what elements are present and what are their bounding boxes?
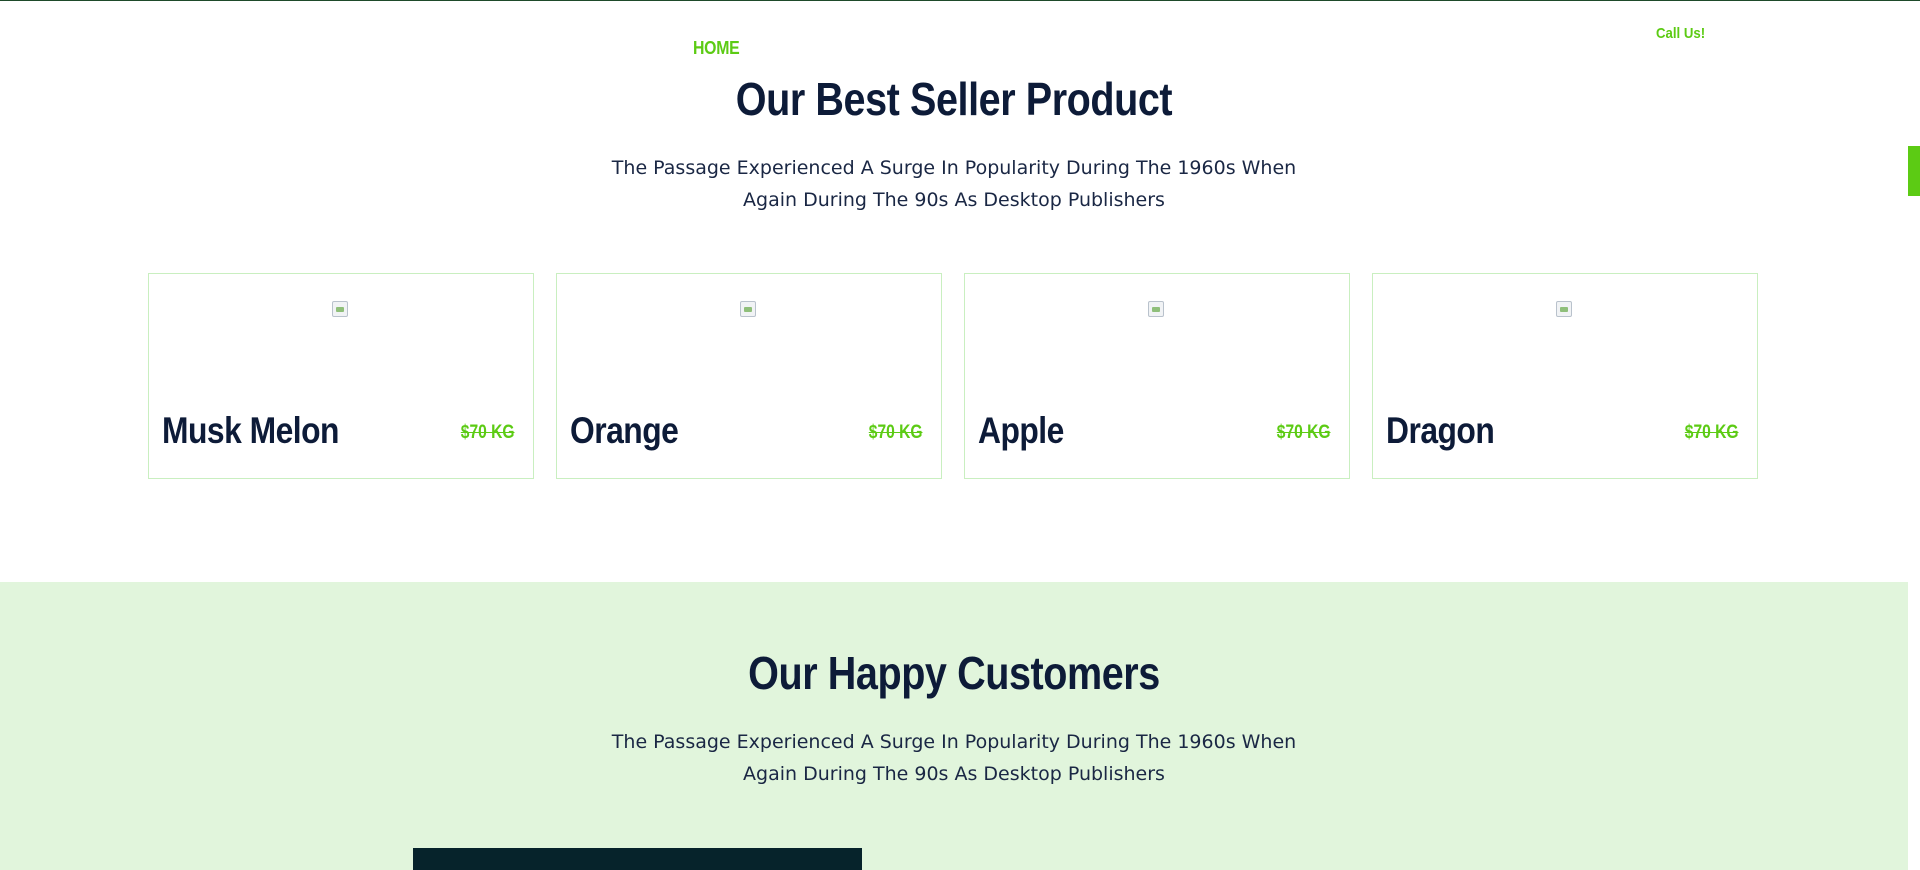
broken-image-icon — [1148, 301, 1164, 317]
broken-image-icon — [740, 301, 756, 317]
best-seller-subtitle-line2: Again During The 90s As Desktop Publishe… — [743, 189, 1165, 211]
broken-image-icon — [1556, 301, 1572, 317]
testimonial-card — [413, 848, 862, 870]
product-name: Musk Melon — [162, 410, 339, 451]
best-seller-title: Our Best Seller Product — [735, 73, 1173, 125]
product-name: Apple — [978, 410, 1064, 451]
broken-image-icon — [332, 301, 348, 317]
page: HOME Call Us! Our Best Seller Product Th… — [0, 0, 1920, 870]
product-price: $70 KG — [460, 422, 514, 443]
best-seller-subtitle-line1: The Passage Experienced A Surge In Popul… — [611, 157, 1297, 179]
customers-subtitle-line2: Again During The 90s As Desktop Publishe… — [743, 763, 1165, 785]
nav-home-link[interactable]: HOME — [693, 38, 740, 59]
product-card-musk-melon[interactable]: Musk Melon $70 KG — [148, 273, 534, 479]
product-name: Dragon — [1386, 410, 1495, 451]
product-price: $70 KG — [868, 422, 922, 443]
product-card-dragon[interactable]: Dragon $70 KG — [1372, 273, 1758, 479]
happy-customers-section: Our Happy Customers The Passage Experien… — [0, 582, 1908, 870]
top-border — [0, 0, 1920, 1]
customers-title: Our Happy Customers — [748, 647, 1160, 699]
product-card-orange[interactable]: Orange $70 KG — [556, 273, 942, 479]
product-price: $70 KG — [1684, 422, 1738, 443]
call-us-link[interactable]: Call Us! — [1656, 25, 1705, 42]
customers-subtitle-line1: The Passage Experienced A Surge In Popul… — [611, 731, 1297, 753]
product-card-apple[interactable]: Apple $70 KG — [964, 273, 1350, 479]
side-scroll-tab[interactable] — [1908, 146, 1920, 196]
product-name: Orange — [570, 410, 679, 451]
product-price: $70 KG — [1276, 422, 1330, 443]
best-seller-subtitle: The Passage Experienced A Surge In Popul… — [0, 152, 1908, 216]
customers-subtitle: The Passage Experienced A Surge In Popul… — [0, 726, 1908, 790]
